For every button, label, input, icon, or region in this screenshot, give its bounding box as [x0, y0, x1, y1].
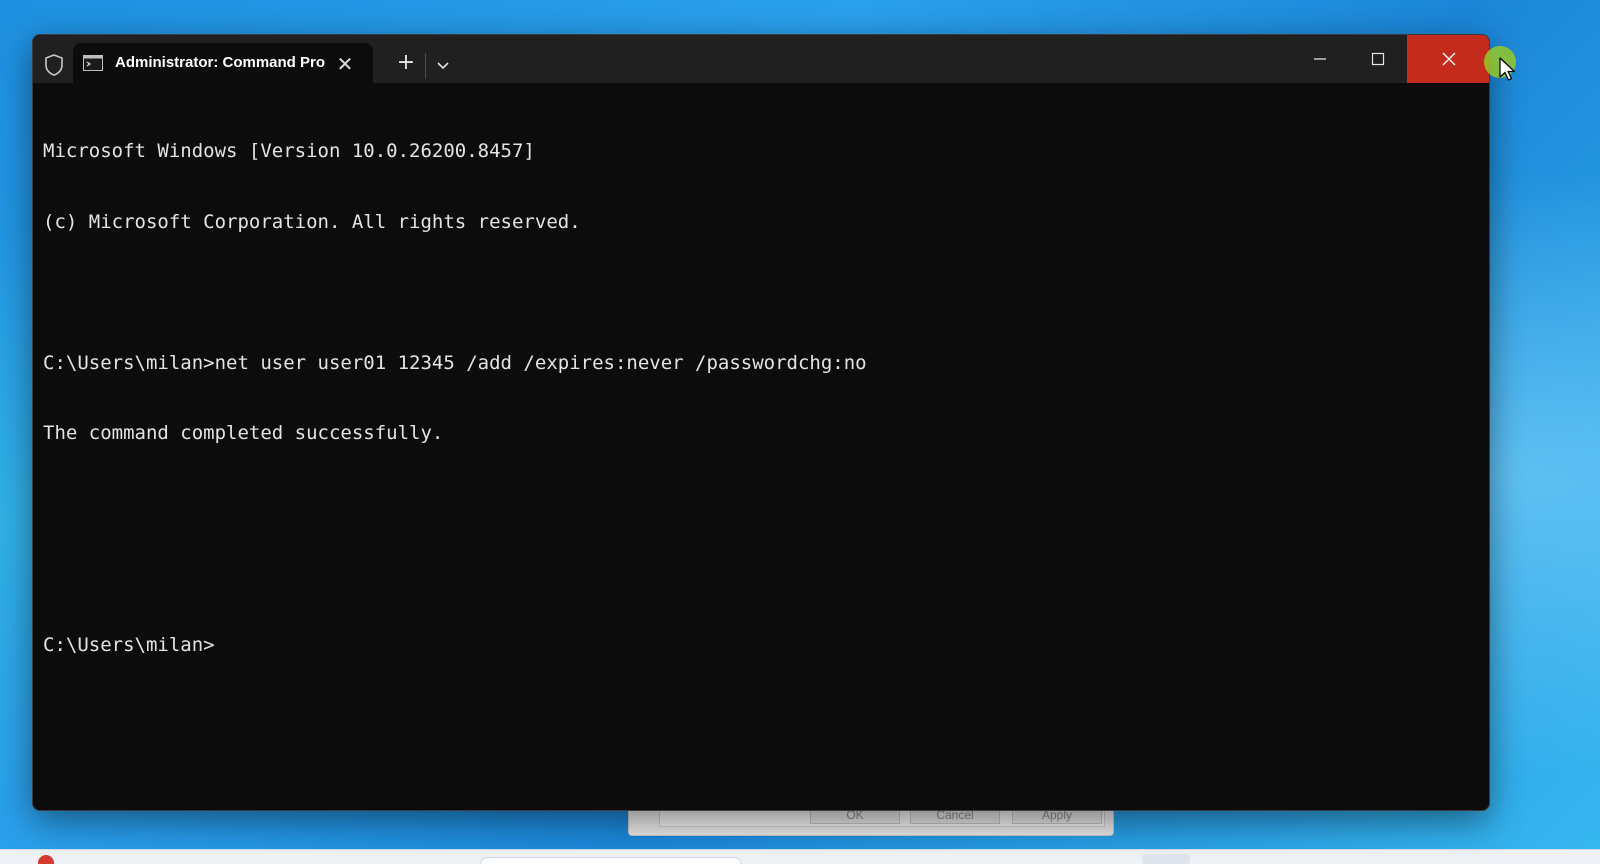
- console-output[interactable]: Microsoft Windows [Version 10.0.26200.84…: [43, 93, 1479, 800]
- close-icon: [1442, 52, 1456, 66]
- minimize-icon: [1314, 58, 1326, 60]
- console-line: (c) Microsoft Corporation. All rights re…: [43, 210, 581, 233]
- mouse-cursor-icon: [1499, 57, 1517, 83]
- taskbar-search-box[interactable]: [480, 857, 742, 864]
- terminal-icon: [83, 55, 103, 71]
- console-line: The command completed successfully.: [43, 422, 444, 444]
- tab-command-prompt[interactable]: Administrator: Command Pro ✕: [73, 43, 373, 83]
- shield-icon: [43, 53, 65, 77]
- maximize-button[interactable]: [1349, 35, 1407, 83]
- terminal-window: Administrator: Command Pro ✕ + Microsoft…: [32, 34, 1490, 811]
- taskbar-app-button[interactable]: [1142, 854, 1190, 864]
- close-icon[interactable]: ✕: [335, 54, 355, 74]
- add-icon[interactable]: +: [391, 50, 421, 80]
- maximize-icon: [1371, 52, 1385, 66]
- chevron-down-icon[interactable]: [425, 51, 461, 81]
- console-line: C:\Users\milan>net user user01 12345 /ad…: [43, 351, 867, 374]
- title-bar[interactable]: Administrator: Command Pro ✕ +: [33, 35, 1489, 83]
- minimize-button[interactable]: [1291, 35, 1349, 83]
- console-line: Microsoft Windows [Version 10.0.26200.84…: [43, 140, 535, 162]
- close-window-button[interactable]: [1407, 35, 1489, 83]
- taskbar: [0, 849, 1600, 864]
- notification-badge-icon[interactable]: [38, 855, 54, 864]
- console-prompt[interactable]: C:\Users\milan>: [43, 634, 1479, 658]
- tab-title: Administrator: Command Pro: [115, 54, 326, 71]
